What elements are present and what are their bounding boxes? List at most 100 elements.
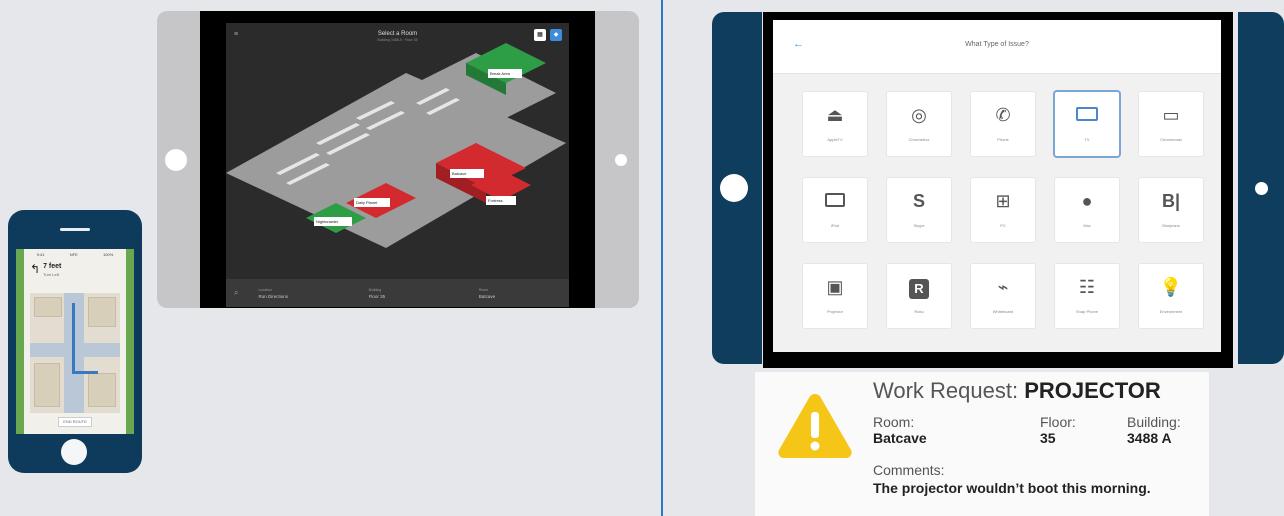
phone-icon: ✆ (995, 105, 1011, 125)
issue-label: Bluejeans (1162, 223, 1180, 228)
windows-icon: ⊞ (995, 191, 1011, 211)
issue-tile-snap-phone[interactable]: ☷ Snap Phone (1055, 264, 1119, 328)
issue-tile-whiteboard[interactable]: ⌁ Whiteboard (971, 264, 1035, 328)
work-request-title: Work Request: PROJECTOR (873, 378, 1161, 404)
tablet2-left-bezel (712, 12, 762, 364)
comments-value: The projector wouldn’t boot this morning… (873, 480, 1151, 496)
apple-icon: ● (1081, 191, 1093, 211)
building-caption: Building (368, 287, 382, 292)
issue-tile-skype[interactable]: S Skype (887, 178, 951, 242)
section-divider (661, 0, 663, 516)
bluejeans-icon: B| (1161, 191, 1181, 211)
chrome-icon: ◎ (911, 105, 927, 125)
tablet2-right-bezel (1238, 12, 1284, 364)
issue-tile-tv[interactable]: TV (1055, 92, 1119, 156)
deskphone-icon: ☷ (1078, 277, 1096, 297)
status-time: 9:41 (36, 251, 45, 257)
map-room (88, 297, 116, 327)
room-label: Room: (873, 414, 915, 430)
issue-tile-projector[interactable]: ▣ Projector (803, 264, 867, 328)
issue-tile-chromebox[interactable]: ◎ Chromebox (887, 92, 951, 156)
tablet2-screen: ← What Type of Issue? ⏏ AppleTV ◎ Chromebo… (763, 12, 1233, 368)
phone-home-button[interactable] (61, 439, 87, 465)
building-selector[interactable]: Building Floor 35 (369, 288, 459, 299)
roku-icon: R (887, 276, 951, 300)
room-label-nightcrawler: Nightcrawler (316, 219, 339, 224)
status-battery: 100% (103, 251, 114, 257)
whiteboard-icon: ⌁ (997, 277, 1009, 297)
tablet2-home-button[interactable] (1255, 182, 1268, 195)
map-room (88, 373, 116, 407)
issue-type-app: ← What Type of Issue? ⏏ AppleTV ◎ Chromebo… (773, 20, 1221, 352)
issue-label: Roku (914, 309, 924, 314)
room-selector[interactable]: Room Batcave (479, 288, 569, 299)
map-room (34, 297, 62, 317)
room-label-fortress: Fortress (488, 198, 503, 203)
issue-tile-pc[interactable]: ⊞ PC (971, 178, 1035, 242)
app-header: ← What Type of Issue? (773, 20, 1221, 74)
comments-label: Comments: (873, 462, 945, 478)
tablet-room-selector: ≡ Select a Room Building 3488 A · Floor … (157, 11, 639, 308)
route-line (72, 303, 75, 373)
issue-tile-mac[interactable]: ● Mac (1055, 178, 1119, 242)
route-line (72, 371, 98, 374)
work-request-card: Work Request: PROJECTOR Room: Batcave Fl… (755, 372, 1209, 516)
building-value: Floor 35 (368, 293, 386, 299)
issue-label: Phone (997, 137, 1009, 142)
map-corridor (30, 343, 120, 357)
issue-tile-roku[interactable]: R Roku (887, 264, 951, 328)
direction-instruction: Turn Left (43, 272, 59, 277)
issue-label: Chromebox (908, 137, 930, 142)
floor-label: Floor: (1040, 414, 1076, 430)
floor-value: 35 (1040, 430, 1056, 446)
status-carrier: NFE (69, 251, 78, 257)
issue-label: Whiteboard (992, 309, 1014, 314)
room-label-batcave: Batcave (452, 171, 467, 176)
bulb-icon: 💡 (1159, 277, 1183, 297)
issue-label: TV (1084, 137, 1090, 142)
issue-tile-bluejeans[interactable]: B| Bluejeans (1139, 178, 1203, 242)
location-selector[interactable]: Location Run Directions (258, 288, 348, 299)
end-route-button[interactable]: END ROUTE (58, 417, 92, 427)
turn-left-icon: ↰ (30, 262, 41, 276)
direction-distance: 7 feet (43, 263, 62, 270)
building-value: 3488 A (1127, 430, 1172, 446)
issue-label: AppleTV (827, 137, 843, 142)
issue-tile-appletv[interactable]: ⏏ AppleTV (803, 92, 867, 156)
airplay-icon: ⏏ (826, 105, 844, 125)
phone-speaker (60, 228, 90, 231)
map-room (34, 363, 60, 407)
location-value: Run Directions (258, 293, 288, 299)
issue-tile-phone[interactable]: ✆ Phone (971, 92, 1035, 156)
tv-icon (1055, 104, 1119, 128)
page-title: What Type of Issue? (965, 41, 1029, 48)
skype-icon: S (912, 191, 925, 211)
issue-tile-ipad[interactable]: iPad (803, 178, 867, 242)
issue-label: Skype (913, 223, 925, 228)
room-caption: Room (478, 287, 489, 292)
status-bar: 9:41 NFE 100% (24, 249, 126, 259)
tablet-camera (165, 149, 187, 171)
phone-screen: 9:41 NFE 100% ↰ 7 feet Turn Left END ROU… (16, 249, 134, 434)
cast-icon: ▭ (1162, 105, 1180, 125)
building-label: Building: (1127, 414, 1181, 430)
floor-3d-map[interactable]: Break Area Batcave Fortress Daily Planet… (226, 23, 569, 279)
issue-tile-chromecast[interactable]: ▭ Chromecast (1139, 92, 1203, 156)
issue-label: Environment (1159, 309, 1183, 314)
issue-tile-environment[interactable]: 💡 Environment (1139, 264, 1203, 328)
projector-icon: ▣ (826, 277, 844, 297)
tablet-screen: ≡ Select a Room Building 3488 A · Floor … (200, 11, 595, 308)
search-icon[interactable]: ⌕ (234, 288, 238, 298)
issue-label: PC (1000, 223, 1006, 228)
location-caption: Location (258, 287, 272, 292)
title-prefix: Work Request: (873, 378, 1025, 403)
room-label-break-area: Break Area (490, 71, 511, 76)
direction-banner: ↰ 7 feet Turn Left (30, 263, 61, 279)
tablet-home-button[interactable] (615, 154, 627, 166)
room-label-daily-planet: Daily Planet (356, 200, 378, 205)
issue-label: iPad (830, 223, 839, 228)
room-value: Batcave (478, 293, 496, 299)
floor-map[interactable] (30, 293, 120, 413)
phone-device: 9:41 NFE 100% ↰ 7 feet Turn Left END ROU… (8, 210, 142, 473)
wayfinding-app: 9:41 NFE 100% ↰ 7 feet Turn Left END ROU… (24, 249, 126, 434)
